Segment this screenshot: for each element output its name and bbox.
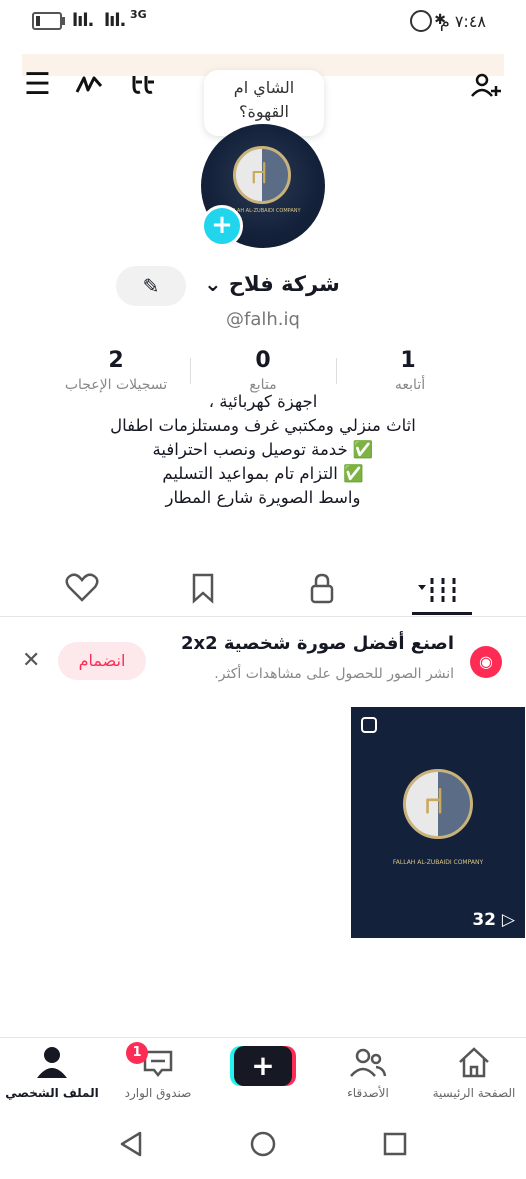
signal-icon-2: lıl. [104, 10, 126, 31]
chevron-down-icon: ⌄ [204, 272, 222, 296]
followers-count[interactable]: 0 [193, 348, 333, 373]
status-bar: lıl. lıl. 3G ✱ ٧:٤٨ م [0, 0, 526, 48]
bio-line: ✅ التزام تام بمواعيد التسليم [162, 464, 364, 483]
status-time: ٧:٤٨ م [439, 12, 486, 31]
create-button[interactable]: + [230, 1046, 296, 1086]
nav-friends[interactable]: الأصدقاء [318, 1044, 418, 1100]
network-type: 3G [130, 8, 147, 21]
chair-logo-icon: ⑁ [250, 156, 268, 191]
signal-icon: lıl. [72, 10, 94, 31]
nav-inbox[interactable]: صندوق الوارد [108, 1044, 208, 1100]
profile-bio: اجهزة كهربائية ، اثاث منزلي ومكتبي غرف و… [60, 390, 466, 510]
whatsapp-icon [410, 10, 432, 32]
promo-subtitle: انشر الصور للحصول على مشاهدات أكثر. [214, 666, 454, 682]
nav-home[interactable]: الصفحة الرئيسية [424, 1044, 524, 1100]
nav-home-label: الصفحة الرئيسية [432, 1086, 516, 1100]
add-friend-icon[interactable] [470, 72, 504, 100]
add-story-button[interactable]: + [201, 205, 243, 247]
tab-private-lock-icon[interactable] [302, 568, 342, 608]
friends-icon [350, 1048, 387, 1077]
active-tab-indicator [412, 612, 472, 615]
note-line-1: الشاي ام [233, 78, 295, 97]
tab-saved-bookmark-icon[interactable] [183, 568, 223, 608]
promo-title: اصنع أفضل صورة شخصية 2x2 [180, 633, 454, 654]
home-icon [459, 1047, 489, 1078]
bio-line: واسط الصويرة شارع المطار [165, 488, 361, 507]
chair-logo-icon: ⑁ [423, 781, 445, 822]
pencil-icon: ✎ [142, 274, 160, 298]
camera-icon: ◉ [470, 646, 502, 678]
bio-line: ✅ خدمة توصيل ونصب احترافية [152, 440, 374, 459]
likes-count[interactable]: 2 [46, 348, 186, 373]
nav-friends-label: الأصدقاء [347, 1086, 389, 1100]
close-icon[interactable]: ✕ [22, 648, 40, 673]
nav-inbox-label: صندوق الوارد [124, 1086, 192, 1100]
profile-handle: @falh.iq [226, 309, 300, 330]
back-icon[interactable] [118, 1130, 144, 1158]
menu-icon[interactable]: ☰ [24, 70, 51, 100]
profile-icon [37, 1047, 67, 1078]
note-line-2: القهوة؟ [239, 102, 289, 121]
photo-carousel-icon [361, 717, 377, 733]
profile-name-switcher[interactable]: شركة فلاح ⌄ [204, 272, 340, 296]
nav-profile-label: الملف الشخصي [5, 1086, 99, 1100]
tab-videos-grid-icon[interactable] [418, 568, 462, 608]
video-thumbnail[interactable]: ⑁ FALLAH AL-ZUBAIDI COMPANY 32 ▷ [351, 707, 525, 938]
profile-tabs [0, 560, 526, 617]
logo-caption: FALLAH AL-ZUBAIDI COMPANY [392, 859, 484, 866]
bio-line: اجهزة كهربائية ، [208, 392, 318, 411]
tab-liked-heart-icon[interactable] [62, 568, 102, 608]
view-count: 32 ▷ [472, 910, 515, 930]
following-count[interactable]: 1 [338, 348, 478, 373]
bottom-nav: الصفحة الرئيسية الأصدقاء + صندوق الوارد … [0, 1037, 526, 1108]
footprint-icon[interactable] [130, 72, 160, 98]
home-circle-icon[interactable] [249, 1130, 277, 1158]
bio-line: اثاث منزلي ومكتبي غرف ومستلزمات اطفال [110, 416, 416, 435]
recents-square-icon[interactable] [382, 1131, 408, 1157]
inbox-badge: 1 [126, 1042, 148, 1064]
profile-name: شركة فلاح [228, 272, 340, 296]
nav-profile[interactable]: الملف الشخصي [2, 1044, 102, 1100]
edit-profile-button[interactable]: ✎ [116, 266, 186, 306]
battery-icon [32, 12, 65, 30]
join-button[interactable]: انضمام [58, 642, 146, 680]
plus-icon: + [234, 1046, 292, 1086]
creator-tools-icon[interactable] [74, 72, 104, 98]
